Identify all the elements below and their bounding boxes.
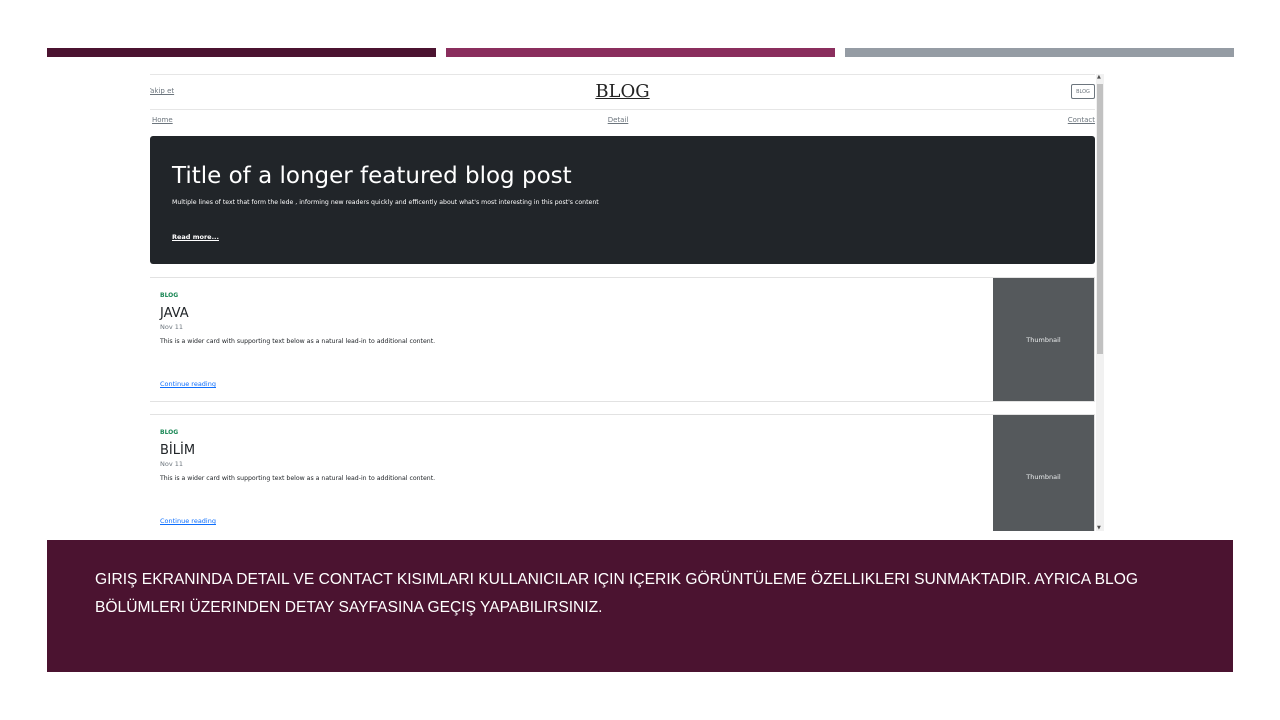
blog-screenshot: Takip et BLOG BLOG Home Detail Contact T… (150, 74, 1104, 531)
accent-bar-magenta (446, 48, 835, 57)
post-thumbnail: Thumbnail (993, 278, 1094, 401)
blog-header: Takip et BLOG BLOG (150, 74, 1095, 110)
continue-reading-link[interactable]: Continue reading (160, 517, 216, 525)
post-excerpt: This is a wider card with supporting tex… (160, 338, 436, 345)
continue-reading-link[interactable]: Continue reading (160, 380, 216, 388)
blog-brand-title[interactable]: BLOG (150, 81, 1095, 102)
post-card: BLOG JAVA Nov 11 This is a wider card wi… (150, 277, 1095, 402)
featured-post: Title of a longer featured blog post Mul… (150, 136, 1095, 264)
read-more-link[interactable]: Read more... (172, 233, 219, 241)
caption-text: GIRIŞ EKRANINDA DETAIL VE CONTACT KISIML… (95, 571, 1138, 616)
post-category: BLOG (160, 429, 179, 436)
header-blog-button[interactable]: BLOG (1071, 84, 1095, 99)
post-card: BLOG BİLİM Nov 11 This is a wider card w… (150, 414, 1095, 531)
post-date: Nov 11 (160, 323, 184, 331)
accent-bar-grey (845, 48, 1234, 57)
scrollbar-thumb[interactable] (1097, 84, 1103, 354)
scroll-down-icon[interactable]: ▼ (1097, 525, 1101, 531)
featured-post-title: Title of a longer featured blog post (172, 163, 572, 189)
post-title: BİLİM (160, 443, 196, 458)
post-excerpt: This is a wider card with supporting tex… (160, 475, 436, 482)
nav-contact[interactable]: Contact (1068, 116, 1095, 124)
featured-post-lede: Multiple lines of text that form the led… (172, 199, 599, 206)
nav-detail[interactable]: Detail (150, 116, 1086, 124)
post-category: BLOG (160, 292, 179, 299)
accent-bar-dark (47, 48, 436, 57)
post-thumbnail: Thumbnail (993, 415, 1094, 531)
vertical-scrollbar[interactable]: ▲ ▼ (1096, 74, 1104, 531)
caption-banner: GIRIŞ EKRANINDA DETAIL VE CONTACT KISIML… (47, 540, 1233, 672)
post-date: Nov 11 (160, 460, 184, 468)
post-title: JAVA (160, 306, 189, 321)
scroll-up-icon[interactable]: ▲ (1097, 74, 1101, 80)
